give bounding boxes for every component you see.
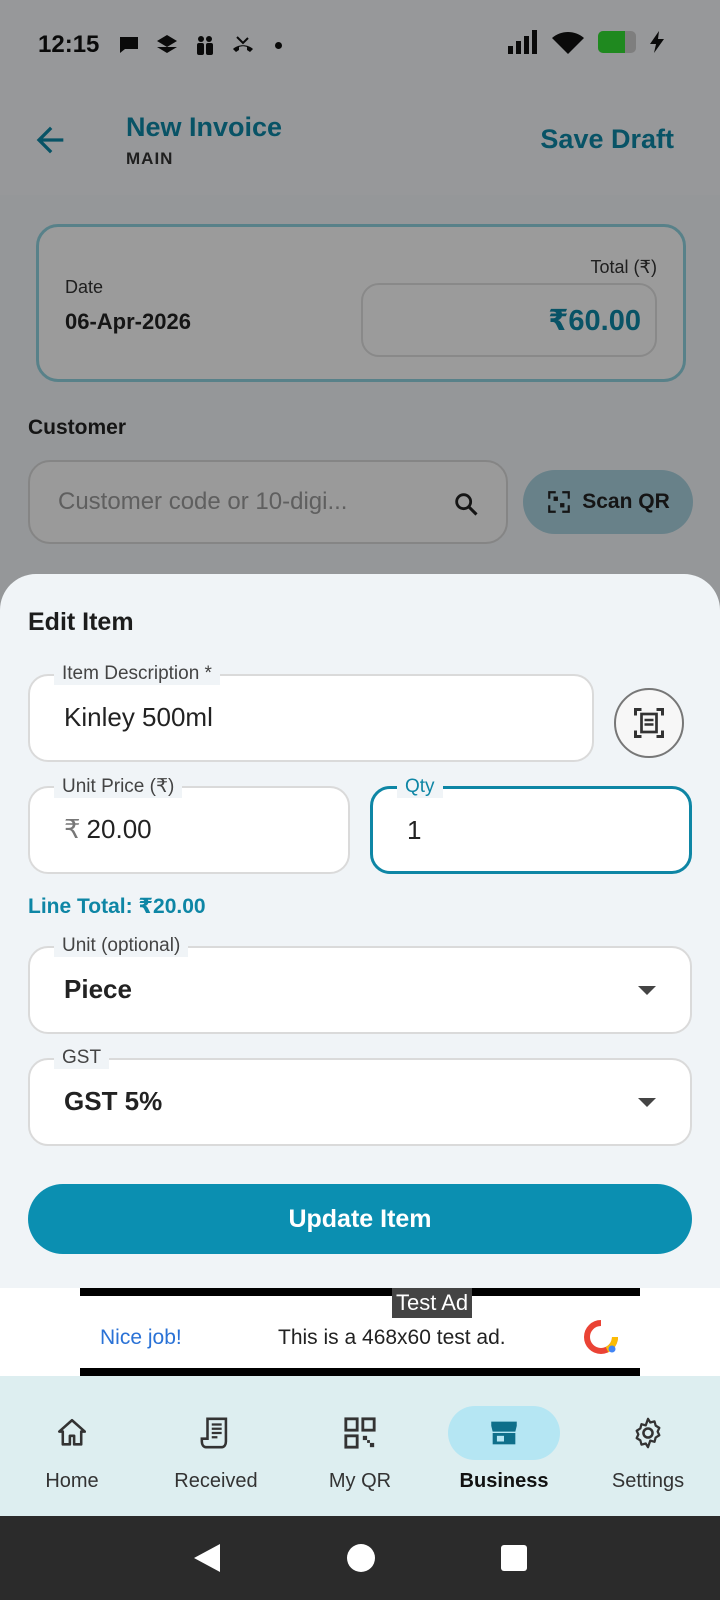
nav-qr-icon-wrap <box>304 1406 416 1460</box>
unit-label: Unit (optional) <box>54 935 189 957</box>
nav-item-received[interactable]: Received <box>144 1376 288 1516</box>
item-description-label: Item Description * <box>54 663 220 685</box>
gst-label: GST <box>54 1047 110 1069</box>
unit-price-label: Unit Price (₹) <box>54 775 183 798</box>
barcode-scan-button[interactable] <box>614 688 684 758</box>
currency-prefix: ₹ <box>64 814 81 844</box>
gst-dropdown[interactable]: GST GST 5% <box>28 1047 692 1146</box>
sheet-title: Edit Item <box>28 608 134 636</box>
nav-label-business: Business <box>459 1470 549 1492</box>
nav-label-received: Received <box>174 1470 258 1492</box>
ad-nice-text: Nice job! <box>100 1326 182 1349</box>
document-scan-icon <box>634 708 664 738</box>
ad-tag: Test Ad <box>392 1288 473 1318</box>
nav-label-settings: Settings <box>611 1470 685 1492</box>
system-recents-icon[interactable] <box>500 1544 528 1572</box>
item-description-field[interactable]: Item Description * Kinley 500ml <box>28 663 594 762</box>
unit-price-value: 20.00 <box>86 814 152 844</box>
receipt-icon <box>200 1417 228 1449</box>
qr-icon <box>344 1417 376 1449</box>
unit-dropdown[interactable]: Unit (optional) Piece <box>28 935 692 1034</box>
system-back-icon[interactable] <box>192 1542 222 1574</box>
unit-value: Piece <box>64 974 132 1004</box>
ad-banner[interactable]: Test Ad Nice job! This is a 468x60 test … <box>80 1288 640 1376</box>
unit-price-value-wrap: ₹20.00 <box>64 814 152 845</box>
unit-price-field[interactable]: Unit Price (₹) ₹20.00 <box>28 775 350 874</box>
nav-item-settings[interactable]: Settings <box>576 1376 720 1516</box>
ad-strip: Test Ad Nice job! This is a 468x60 test … <box>0 1288 720 1376</box>
nav-label-my-qr: My QR <box>328 1470 392 1492</box>
qty-field[interactable]: Qty 1 <box>370 776 692 874</box>
item-description-value: Kinley 500ml <box>64 702 213 732</box>
nav-received-icon-wrap <box>160 1406 272 1460</box>
gear-icon <box>635 1417 661 1449</box>
nav-home-icon-wrap <box>16 1406 128 1460</box>
qty-label: Qty <box>397 776 443 798</box>
ad-logo-icon <box>584 1320 618 1354</box>
system-navigation-bar <box>0 1516 720 1600</box>
home-icon <box>57 1418 87 1446</box>
nav-label-home: Home <box>45 1470 99 1492</box>
qty-value: 1 <box>407 815 422 845</box>
gst-dropdown-arrow-icon <box>638 1098 656 1107</box>
update-item-button[interactable]: Update Item <box>28 1184 692 1254</box>
system-home-icon[interactable] <box>345 1542 377 1574</box>
nav-item-my-qr[interactable]: My QR <box>288 1376 432 1516</box>
nav-item-home[interactable]: Home <box>0 1376 144 1516</box>
line-total: Line Total: ₹20.00 <box>28 895 206 918</box>
bottom-navigation: Home Received My QR Business Settings <box>0 1376 720 1516</box>
unit-dropdown-arrow-icon <box>638 986 656 995</box>
nav-settings-icon-wrap <box>592 1406 704 1460</box>
ad-body-text: This is a 468x60 test ad. <box>278 1326 506 1349</box>
store-icon <box>491 1421 517 1445</box>
gst-value: GST 5% <box>64 1086 163 1116</box>
nav-business-icon-wrap <box>448 1406 560 1460</box>
nav-item-business[interactable]: Business <box>432 1376 576 1516</box>
